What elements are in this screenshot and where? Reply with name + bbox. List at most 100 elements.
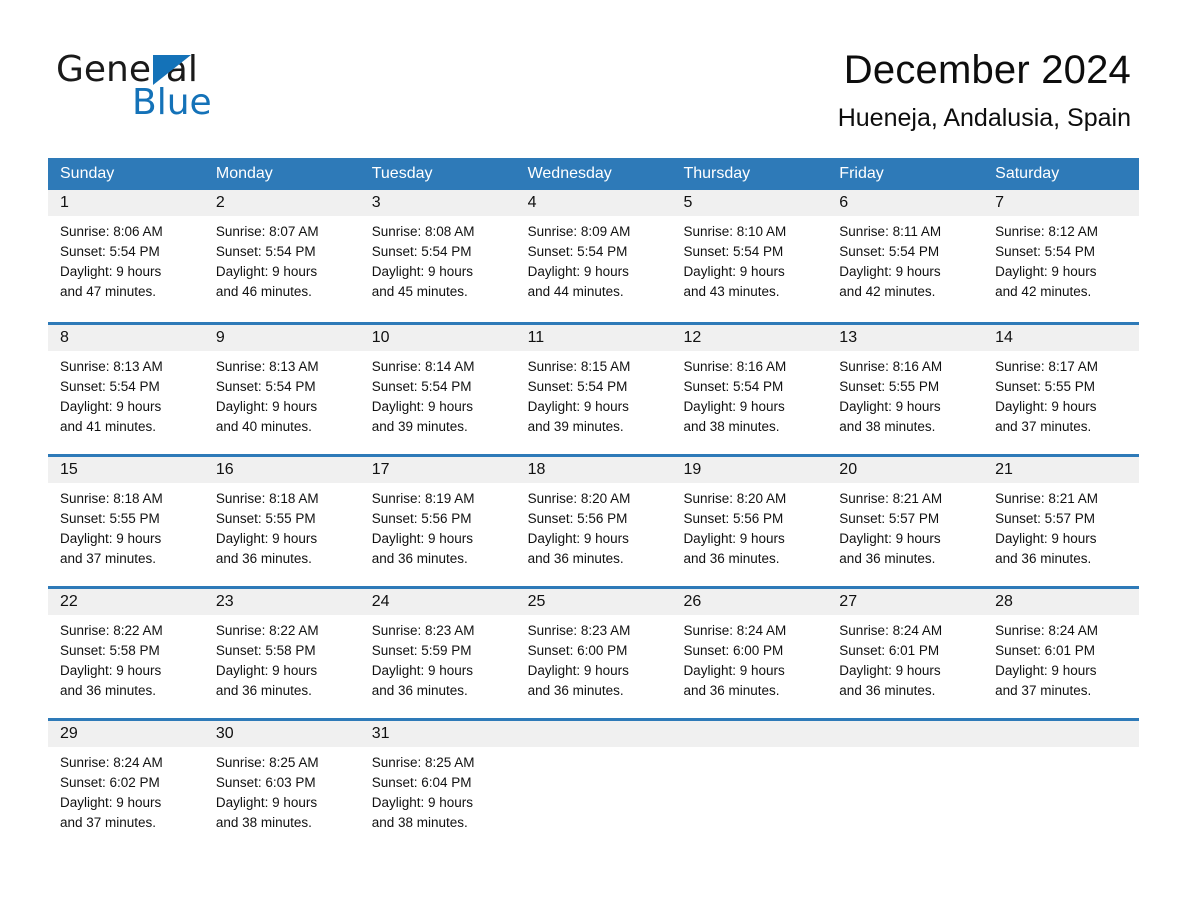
title-block: December 2024 Hueneja, Andalusia, Spain [838,45,1131,135]
sunset-line: Sunset: 6:04 PM [371,775,472,790]
day-cell[interactable]: 10 Sunrise: 8:14 AM Sunset: 5:54 PM Dayl… [359,325,516,454]
day-cell[interactable]: 1 Sunrise: 8:06 AM Sunset: 5:54 PM Dayli… [48,190,204,322]
day-cell[interactable]: 5 Sunrise: 8:10 AM Sunset: 5:54 PM Dayli… [671,190,828,322]
day-cell[interactable]: 6 Sunrise: 8:11 AM Sunset: 5:54 PM Dayli… [827,190,984,322]
day-cell-empty [827,721,984,850]
daylight-line-1: Daylight: 9 hours [683,663,785,678]
day-cell[interactable]: 4 Sunrise: 8:09 AM Sunset: 5:54 PM Dayli… [515,190,672,322]
day-cell[interactable]: 13 Sunrise: 8:16 AM Sunset: 5:55 PM Dayl… [827,325,984,454]
daylight-line-1: Daylight: 9 hours [527,399,629,414]
daylight-line-1: Daylight: 9 hours [60,795,162,810]
daylight-line-1: Daylight: 9 hours [371,399,474,414]
daylight-line-1: Daylight: 9 hours [527,531,629,546]
day-details: Sunrise: 8:21 AM Sunset: 5:57 PM Dayligh… [983,483,1139,569]
daylight-line-1: Daylight: 9 hours [215,531,318,546]
day-cell[interactable]: 15 Sunrise: 8:18 AM Sunset: 5:55 PM Dayl… [48,457,204,586]
brand-name-blue: Blue [132,82,212,123]
day-cell[interactable]: 25 Sunrise: 8:23 AM Sunset: 6:00 PM Dayl… [515,589,672,718]
day-cell[interactable]: 17 Sunrise: 8:19 AM Sunset: 5:56 PM Dayl… [359,457,516,586]
day-number [983,721,1140,747]
daylight-line-1: Daylight: 9 hours [995,264,1097,279]
daylight-line-1: Daylight: 9 hours [60,663,162,678]
day-number: 29 [48,721,204,747]
day-details: Sunrise: 8:22 AM Sunset: 5:58 PM Dayligh… [48,615,204,701]
sunset-line: Sunset: 5:54 PM [60,244,160,259]
sunset-line: Sunset: 5:54 PM [215,244,316,259]
day-cell[interactable]: 14 Sunrise: 8:17 AM Sunset: 5:55 PM Dayl… [983,325,1140,454]
day-cell[interactable]: 31 Sunrise: 8:25 AM Sunset: 6:04 PM Dayl… [359,721,516,850]
week-row: 22 Sunrise: 8:22 AM Sunset: 5:58 PM Dayl… [48,586,1140,718]
sunset-line: Sunset: 6:01 PM [839,643,940,658]
sunset-line: Sunset: 5:54 PM [683,379,784,394]
day-cell[interactable]: 16 Sunrise: 8:18 AM Sunset: 5:55 PM Dayl… [203,457,360,586]
day-number: 20 [827,457,984,483]
daylight-line-2: and 38 minutes. [683,419,780,434]
sunrise-line: Sunrise: 8:25 AM [371,755,475,770]
sunrise-line: Sunrise: 8:17 AM [995,359,1098,374]
day-details: Sunrise: 8:13 AM Sunset: 5:54 PM Dayligh… [48,351,204,437]
day-cell[interactable]: 26 Sunrise: 8:24 AM Sunset: 6:00 PM Dayl… [671,589,828,718]
day-cell[interactable]: 3 Sunrise: 8:08 AM Sunset: 5:54 PM Dayli… [359,190,516,322]
sunset-line: Sunset: 5:58 PM [60,643,160,658]
sunset-line: Sunset: 6:02 PM [60,775,160,790]
daylight-line-2: and 40 minutes. [215,419,312,434]
sunrise-line: Sunrise: 8:24 AM [683,623,787,638]
day-number: 26 [671,589,828,615]
day-cell[interactable]: 24 Sunrise: 8:23 AM Sunset: 5:59 PM Dayl… [359,589,516,718]
sunset-line: Sunset: 5:55 PM [215,511,316,526]
day-number: 24 [359,589,516,615]
day-cell[interactable]: 7 Sunrise: 8:12 AM Sunset: 5:54 PM Dayli… [983,190,1140,322]
day-number: 27 [827,589,984,615]
day-cell-empty [515,721,672,850]
day-cell-empty [671,721,828,850]
sunset-line: Sunset: 5:54 PM [371,379,472,394]
day-cell[interactable]: 11 Sunrise: 8:15 AM Sunset: 5:54 PM Dayl… [515,325,672,454]
day-cell[interactable]: 9 Sunrise: 8:13 AM Sunset: 5:54 PM Dayli… [203,325,360,454]
day-cell[interactable]: 27 Sunrise: 8:24 AM Sunset: 6:01 PM Dayl… [827,589,984,718]
day-details: Sunrise: 8:23 AM Sunset: 5:59 PM Dayligh… [360,615,516,701]
day-cell[interactable]: 29 Sunrise: 8:24 AM Sunset: 6:02 PM Dayl… [48,721,204,850]
day-cell[interactable]: 28 Sunrise: 8:24 AM Sunset: 6:01 PM Dayl… [983,589,1140,718]
daylight-line-2: and 36 minutes. [215,683,312,698]
week-row: 29 Sunrise: 8:24 AM Sunset: 6:02 PM Dayl… [48,718,1140,850]
day-cell[interactable]: 21 Sunrise: 8:21 AM Sunset: 5:57 PM Dayl… [983,457,1140,586]
daylight-line-1: Daylight: 9 hours [527,663,629,678]
sunset-line: Sunset: 6:03 PM [215,775,316,790]
sunrise-line: Sunrise: 8:20 AM [527,491,631,506]
day-details: Sunrise: 8:25 AM Sunset: 6:03 PM Dayligh… [204,747,360,833]
day-cell[interactable]: 22 Sunrise: 8:22 AM Sunset: 5:58 PM Dayl… [48,589,204,718]
daylight-line-2: and 46 minutes. [215,284,312,299]
sunset-line: Sunset: 5:59 PM [371,643,472,658]
daylight-line-1: Daylight: 9 hours [839,531,941,546]
day-cell[interactable]: 2 Sunrise: 8:07 AM Sunset: 5:54 PM Dayli… [203,190,360,322]
sunset-line: Sunset: 5:55 PM [60,511,160,526]
day-details: Sunrise: 8:06 AM Sunset: 5:54 PM Dayligh… [48,216,204,302]
day-cell[interactable]: 30 Sunrise: 8:25 AM Sunset: 6:03 PM Dayl… [203,721,360,850]
day-cell[interactable]: 8 Sunrise: 8:13 AM Sunset: 5:54 PM Dayli… [48,325,204,454]
sunrise-line: Sunrise: 8:23 AM [527,623,631,638]
daylight-line-2: and 37 minutes. [60,551,157,566]
daylight-line-2: and 37 minutes. [60,815,157,830]
day-number: 17 [359,457,516,483]
daylight-line-1: Daylight: 9 hours [371,663,474,678]
day-details: Sunrise: 8:16 AM Sunset: 5:54 PM Dayligh… [671,351,827,437]
daylight-line-2: and 36 minutes. [839,683,936,698]
sunset-line: Sunset: 5:57 PM [839,511,940,526]
day-cell[interactable]: 12 Sunrise: 8:16 AM Sunset: 5:54 PM Dayl… [671,325,828,454]
day-number: 4 [515,190,672,216]
calendar-grid: Sunday Monday Tuesday Wednesday Thursday… [48,158,1140,850]
sunset-line: Sunset: 6:00 PM [683,643,784,658]
sunrise-line: Sunrise: 8:16 AM [839,359,943,374]
sunrise-line: Sunrise: 8:23 AM [371,623,475,638]
daylight-line-2: and 47 minutes. [60,284,157,299]
day-cell[interactable]: 19 Sunrise: 8:20 AM Sunset: 5:56 PM Dayl… [671,457,828,586]
general-blue-logo[interactable]: General Blue [56,50,356,128]
day-cell[interactable]: 18 Sunrise: 8:20 AM Sunset: 5:56 PM Dayl… [515,457,672,586]
sunrise-line: Sunrise: 8:20 AM [683,491,787,506]
day-cell[interactable]: 20 Sunrise: 8:21 AM Sunset: 5:57 PM Dayl… [827,457,984,586]
brand-triangle-icon [153,55,191,85]
day-details: Sunrise: 8:22 AM Sunset: 5:58 PM Dayligh… [204,615,360,701]
day-cell[interactable]: 23 Sunrise: 8:22 AM Sunset: 5:58 PM Dayl… [203,589,360,718]
sunrise-line: Sunrise: 8:10 AM [683,224,787,239]
daylight-line-1: Daylight: 9 hours [683,264,785,279]
